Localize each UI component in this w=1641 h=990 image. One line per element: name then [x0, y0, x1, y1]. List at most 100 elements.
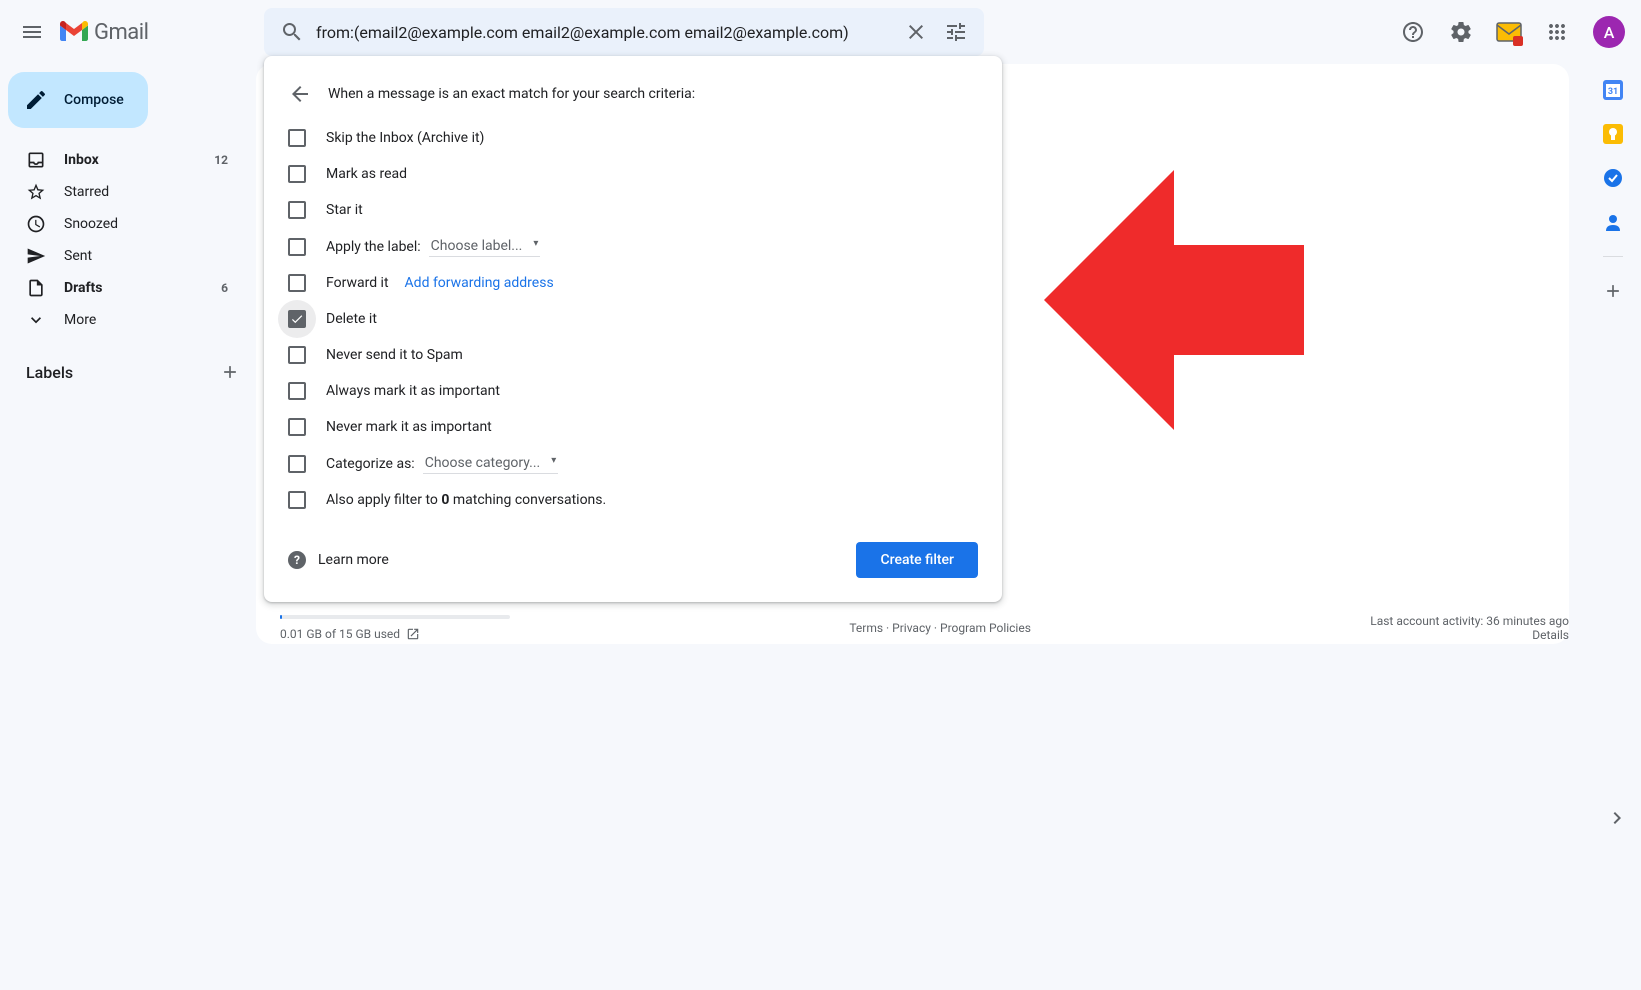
add-forwarding-link[interactable]: Add forwarding address	[405, 275, 554, 291]
gmail-logo-text: Gmail	[94, 20, 148, 45]
filter-option-label: Always mark it as important	[326, 383, 500, 399]
star-icon	[26, 182, 46, 202]
search-container	[264, 8, 984, 56]
account-avatar[interactable]: A	[1593, 16, 1625, 48]
filter-option-row: Never send it to Spam	[264, 337, 1002, 373]
filter-checkbox[interactable]	[288, 165, 306, 183]
footer-links: Terms · Privacy · Program Policies	[849, 621, 1031, 635]
filter-option-label: Apply the label:	[326, 239, 421, 255]
filter-option-label: Delete it	[326, 311, 377, 327]
contacts-app-button[interactable]	[1603, 212, 1623, 232]
compose-button[interactable]: Compose	[8, 72, 148, 128]
filter-checkbox[interactable]	[288, 346, 306, 364]
hamburger-icon	[20, 20, 44, 44]
plus-icon	[220, 362, 240, 382]
filter-select-dropdown[interactable]: Choose category...	[423, 453, 559, 474]
close-icon	[904, 20, 928, 44]
filter-option-row: Forward it Add forwarding address	[264, 265, 1002, 301]
filter-option-label: Never send it to Spam	[326, 347, 463, 363]
activity-text: Last account activity: 36 minutes ago	[1370, 614, 1569, 628]
search-input[interactable]	[312, 23, 896, 42]
nav-label: More	[64, 312, 228, 328]
hide-side-panel-button[interactable]	[1605, 806, 1629, 830]
search-icon[interactable]	[272, 12, 312, 52]
privacy-link[interactable]: Privacy	[892, 621, 931, 635]
terms-link[interactable]: Terms	[849, 621, 883, 635]
storage-text: 0.01 GB of 15 GB used	[280, 627, 400, 641]
add-label-button[interactable]	[220, 362, 240, 382]
calendar-icon: 31	[1603, 80, 1623, 100]
filter-checkbox[interactable]	[288, 238, 306, 256]
get-addons-button[interactable]	[1603, 281, 1623, 301]
search-options-button[interactable]	[936, 12, 976, 52]
nav-label: Inbox	[64, 152, 214, 168]
nav-label: Drafts	[64, 280, 221, 296]
filter-checkbox[interactable]	[288, 201, 306, 219]
filter-option-row: Always mark it as important	[264, 373, 1002, 409]
arrow-back-icon	[288, 82, 312, 106]
file-icon	[26, 278, 46, 298]
apps-grid-icon	[1545, 20, 1569, 44]
storage-info: 0.01 GB of 15 GB used	[280, 615, 510, 641]
sidebar-item-snoozed[interactable]: Snoozed	[0, 208, 240, 240]
calendar-app-button[interactable]: 31	[1603, 80, 1623, 100]
policies-link[interactable]: Program Policies	[940, 621, 1031, 635]
filter-checkbox[interactable]	[288, 129, 306, 147]
sidebar-item-drafts[interactable]: Drafts 6	[0, 272, 240, 304]
help-badge-icon: ?	[288, 551, 306, 569]
nav-count: 12	[214, 153, 228, 167]
svg-text:31: 31	[1608, 87, 1618, 97]
filter-checkbox[interactable]	[288, 310, 306, 328]
filter-checkbox[interactable]	[288, 274, 306, 292]
gmail-logo[interactable]: Gmail	[60, 20, 148, 45]
filter-options: Skip the Inbox (Archive it) Mark as read S…	[264, 116, 1002, 522]
contacts-icon	[1603, 212, 1623, 232]
pencil-icon	[24, 88, 48, 112]
filter-back-button[interactable]	[288, 82, 312, 106]
sidebar: Compose Inbox 12 Starred Snoozed Sent Dr…	[0, 64, 256, 400]
chevron-right-icon	[1605, 806, 1629, 830]
details-link[interactable]: Details	[1532, 628, 1569, 642]
labels-header: Labels	[0, 352, 256, 392]
tasks-app-button[interactable]	[1603, 168, 1623, 188]
labels-title: Labels	[26, 363, 73, 382]
filter-checkbox[interactable]	[288, 382, 306, 400]
filter-option-row: Apply the label: Choose label...	[264, 228, 1002, 265]
apps-button[interactable]	[1537, 12, 1577, 52]
header-right: A	[1393, 12, 1633, 52]
tasks-icon	[1603, 168, 1623, 188]
filter-option-row: Mark as read	[264, 156, 1002, 192]
filter-option-label: Skip the Inbox (Archive it)	[326, 130, 484, 146]
help-icon	[1401, 20, 1425, 44]
settings-button[interactable]	[1441, 12, 1481, 52]
nav-label: Starred	[64, 184, 228, 200]
header-left: Gmail	[8, 8, 264, 56]
create-filter-button[interactable]: Create filter	[856, 542, 978, 578]
main-menu-button[interactable]	[8, 8, 56, 56]
sidebar-item-inbox[interactable]: Inbox 12	[0, 144, 240, 176]
filter-option-label: Categorize as:	[326, 456, 415, 472]
mail-notification-button[interactable]	[1489, 12, 1529, 52]
search-clear-button[interactable]	[896, 12, 936, 52]
support-button[interactable]	[1393, 12, 1433, 52]
filter-option-label: Forward it	[326, 275, 389, 291]
plus-icon	[1603, 281, 1623, 301]
filter-select-dropdown[interactable]: Choose label...	[429, 236, 541, 257]
notification-badge	[1513, 36, 1523, 46]
filter-option-label: Mark as read	[326, 166, 407, 182]
learn-more-link[interactable]: ? Learn more	[288, 551, 389, 569]
filter-option-label: Star it	[326, 202, 363, 218]
filter-checkbox[interactable]	[288, 418, 306, 436]
sidebar-item-starred[interactable]: Starred	[0, 176, 240, 208]
chevron-down-icon	[26, 310, 46, 330]
sidebar-item-sent[interactable]: Sent	[0, 240, 240, 272]
open-in-new-icon[interactable]	[406, 627, 420, 641]
filter-option-row: Star it	[264, 192, 1002, 228]
footer: 0.01 GB of 15 GB used Terms · Privacy · …	[280, 614, 1569, 642]
side-divider	[1603, 256, 1623, 257]
keep-app-button[interactable]	[1603, 124, 1623, 144]
filter-checkbox[interactable]	[288, 455, 306, 473]
sidebar-item-more[interactable]: More	[0, 304, 240, 336]
filter-option-row: Skip the Inbox (Archive it)	[264, 120, 1002, 156]
filter-checkbox[interactable]	[288, 491, 306, 509]
